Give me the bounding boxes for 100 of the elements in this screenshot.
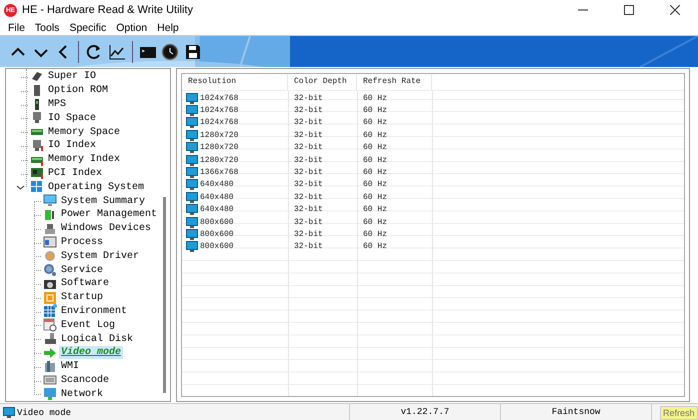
device-icon [43, 222, 57, 236]
windows-icon [30, 180, 44, 194]
table-cell-text: 32-bit [293, 192, 324, 202]
table-cell-text: 32-bit [293, 218, 324, 227]
table-cell-text: 32-bit [293, 118, 324, 128]
monitor-icon [186, 154, 198, 166]
plug-icon [30, 111, 44, 126]
table-cell-text: 32-bit [293, 156, 324, 165]
plug-icon [30, 138, 44, 153]
table-cell-text: 32-bit [293, 94, 324, 103]
menu-item[interactable]: File [3, 22, 30, 34]
monitor-icon [186, 92, 198, 104]
table-cell-text: 60 Hz [362, 192, 388, 202]
grid-icon [43, 304, 57, 318]
monitor-icon [43, 194, 57, 208]
table-cell: 640x480 [200, 205, 234, 214]
status-text: Video mode [17, 408, 72, 418]
tree-item[interactable]: System Driver [59, 250, 142, 263]
table-cell-text: 32-bit [293, 168, 324, 178]
tree-item[interactable]: Environment [59, 304, 130, 318]
tree-item[interactable]: Super IO [46, 70, 98, 84]
tree-item[interactable]: Network [59, 388, 106, 401]
tree-item[interactable]: Process [59, 236, 106, 249]
tree-item[interactable]: Software [59, 277, 112, 290]
table-cell-text: 60 Hz [362, 143, 388, 152]
tree-item[interactable]: Scancode [59, 374, 112, 387]
startup-icon [43, 290, 57, 305]
table-cell: 800x600 [200, 242, 234, 252]
arrow-icon [43, 346, 57, 360]
table-cell-text: 60 Hz [362, 118, 388, 128]
battery-icon [43, 208, 57, 222]
tree-item[interactable]: MPS [46, 98, 68, 111]
device-icon [43, 360, 57, 374]
table-cell-text: 60 Hz [362, 156, 388, 165]
tree-item[interactable]: IO Space [46, 112, 98, 125]
menu-item[interactable]: Tools [30, 22, 64, 34]
clock-icon[interactable] [160, 40, 181, 62]
table-cell: 800x600 [200, 218, 234, 227]
table-cell-text: 32-bit [293, 205, 324, 214]
table-cell-text: 60 Hz [362, 230, 388, 239]
table-cell-text: 60 Hz [362, 168, 388, 178]
table-cell: 1280x720 [200, 156, 238, 165]
monitor-icon [186, 117, 198, 128]
column-header[interactable]: Color Depth [288, 74, 357, 90]
tree-item[interactable]: System Summary [59, 194, 148, 208]
refresh-button[interactable]: Refresh [660, 406, 698, 420]
monitor-icon [186, 241, 198, 252]
tree-item[interactable]: Memory Space [46, 126, 122, 139]
monitor-icon [186, 216, 198, 228]
table-cell: 640x480 [200, 192, 234, 202]
tree-item[interactable]: Memory Index [46, 153, 122, 166]
tree-item[interactable]: IO Index [46, 139, 98, 152]
table-cell-text: 32-bit [293, 242, 324, 252]
table-cell-text: 32-bit [293, 130, 324, 140]
log-icon [43, 318, 57, 332]
monitor-icon [186, 204, 198, 216]
tree-item[interactable]: PCI Index [46, 166, 104, 180]
table-cell: 1024x768 [200, 94, 238, 103]
monitor-icon [186, 142, 198, 154]
tree-item[interactable]: WMI [59, 360, 82, 374]
monitor-icon [186, 228, 198, 240]
tree-item[interactable]: Operating System [46, 180, 146, 194]
scrollbar[interactable] [163, 197, 166, 393]
table-cell-text: 60 Hz [362, 130, 388, 140]
tree-item[interactable]: Service [59, 264, 106, 277]
gear-icon [43, 263, 57, 278]
table-cell-text: 32-bit [293, 230, 324, 239]
table-cell-text: 60 Hz [362, 180, 388, 190]
table-cell: 1280x720 [200, 130, 238, 140]
table-cell: 640x480 [200, 180, 234, 190]
table-cell-text: 60 Hz [362, 94, 388, 103]
author-text: Faintsnow [552, 406, 600, 419]
monitor-icon [186, 192, 198, 203]
disk-icon [43, 332, 57, 346]
menu-item[interactable]: Help [152, 22, 184, 34]
table-cell-text: 32-bit [293, 143, 324, 152]
menu-item[interactable]: Specific [64, 22, 112, 34]
table-cell-text: 60 Hz [362, 218, 388, 227]
column-header[interactable]: Resolution [182, 74, 288, 90]
menu-item[interactable]: Option [111, 22, 152, 34]
monitor-icon [186, 167, 198, 178]
monitor-icon [3, 407, 15, 418]
tree-item[interactable]: Option ROM [46, 84, 110, 98]
tree-item[interactable]: Event Log [59, 318, 118, 332]
tree-item[interactable]: Logical Disk [59, 332, 136, 346]
tree-item[interactable]: Windows Devices [59, 222, 154, 236]
chip-icon [30, 70, 44, 84]
close-icon [670, 5, 680, 15]
monitor-icon [186, 179, 198, 190]
table-cell-text: 32-bit [293, 180, 324, 190]
table-cell-text: 32-bit [293, 106, 324, 116]
column-header[interactable]: Refresh Rate [357, 74, 432, 90]
keyboard-icon [43, 373, 57, 388]
monitor-icon [186, 130, 198, 141]
table-cell: 1366x768 [200, 168, 238, 178]
tree-item[interactable]: Power Management [59, 208, 160, 222]
table-cell-text: 60 Hz [362, 205, 388, 214]
collapse-icon[interactable] [16, 182, 25, 192]
tree-item[interactable]: Startup [59, 291, 106, 304]
table-cell: 1024x768 [200, 118, 238, 128]
